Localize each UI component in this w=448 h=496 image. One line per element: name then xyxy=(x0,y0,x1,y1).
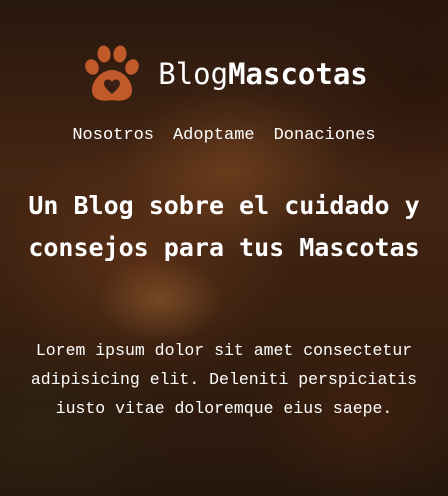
hero-content: BlogMascotas Nosotros Adoptame Donacione… xyxy=(0,0,448,496)
nav-link-adoptame[interactable]: Adoptame xyxy=(173,126,255,145)
hero-description: Lorem ipsum dolor sit amet consectetur a… xyxy=(30,341,418,418)
brand-name: BlogMascotas xyxy=(158,56,368,91)
paw-heart-icon xyxy=(85,45,140,101)
main-nav: Nosotros Adoptame Donaciones xyxy=(0,126,448,145)
nav-link-donaciones[interactable]: Donaciones xyxy=(274,126,376,145)
hero-title: Un Blog sobre el cuidado y consejos para… xyxy=(28,191,420,262)
brand-name-bold: Mascotas xyxy=(228,56,368,91)
nav-link-nosotros[interactable]: Nosotros xyxy=(72,126,154,145)
site-logo[interactable]: BlogMascotas xyxy=(0,42,448,106)
brand-name-light: Blog xyxy=(158,56,229,91)
